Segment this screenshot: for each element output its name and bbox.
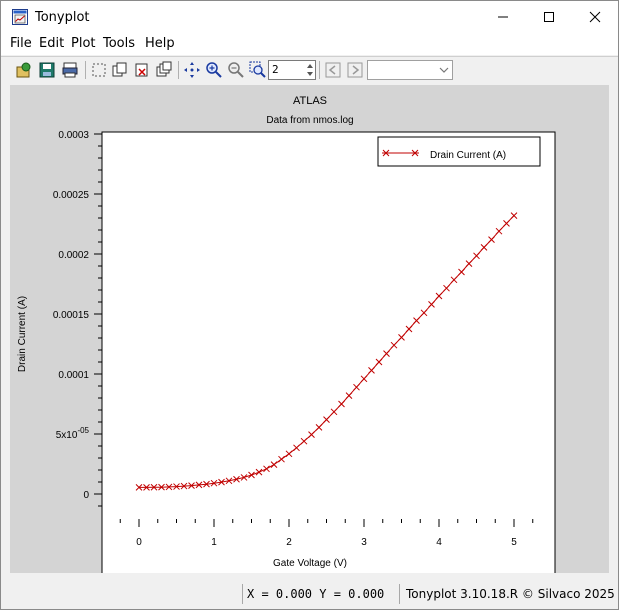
minimize-button[interactable] [480,1,526,33]
maximize-button[interactable] [526,1,572,33]
x-tick-label: 2 [286,537,292,548]
toolbar-divider [85,61,86,79]
chart-title: ATLAS [293,95,327,107]
menu-help[interactable]: Help [145,36,175,51]
menu-bar: File Edit Plot Tools Help [1,33,618,55]
y-tick-label: 0.0003 [58,130,89,141]
toolbar: 2 [1,57,618,83]
x-tick-label: 3 [361,537,367,548]
save-icon[interactable] [38,61,56,79]
close-icon [589,11,601,23]
zoom-out-icon[interactable] [227,61,245,79]
maximize-icon [544,12,554,22]
title-bar: Tonyplot [1,1,618,33]
x-axis-label: Gate Voltage (V) [273,558,347,569]
chart[interactable]: ATLAS Data from nmos.log 0 1 2 3 4 5 0 5x10-05 0… [10,85,609,576]
menu-edit[interactable]: Edit [39,36,64,51]
toolbar-divider [319,61,320,79]
tonyplot-app-icon [12,9,28,25]
x-tick-label: 5 [511,537,517,548]
y-tick-label: 5x10-05 [56,426,90,441]
zoom-level-spinbox[interactable]: 2 [268,60,316,80]
menu-file[interactable]: File [10,36,32,51]
chart-subtitle: Data from nmos.log [266,115,353,126]
chevron-down-icon [439,67,449,73]
menu-plot[interactable]: Plot [71,36,96,51]
menu-tools[interactable]: Tools [103,36,135,51]
duplicate-icon[interactable] [155,61,173,79]
legend: Drain Current (A) [377,136,541,167]
x-tick-label: 0 [136,537,142,548]
minimize-icon [498,16,508,18]
coordinate-readout: X = 0.000 Y = 0.000 [242,584,397,604]
spin-arrows-icon[interactable] [305,61,315,79]
tonyplot-window: Tonyplot File Edit Plot Tools Help 2 ATL… [0,0,619,610]
y-axis-label: Drain Current (A) [17,296,28,372]
y-tick-label: 0.00025 [53,190,90,201]
window-title: Tonyplot [35,10,90,25]
y-tick-label: 0.0001 [58,370,89,381]
toolbar-divider [178,61,179,79]
print-icon[interactable] [61,61,79,79]
pan-icon[interactable] [183,61,201,79]
copy-icon[interactable] [111,61,129,79]
plot-select-combo[interactable] [367,60,453,80]
x-tick-label: 1 [211,537,217,548]
next-icon[interactable] [346,61,364,79]
load-icon[interactable] [15,61,33,79]
y-tick-label: 0.00015 [53,310,90,321]
status-bar: X = 0.000 Y = 0.000 Tonyplot 3.10.18.R ©… [1,579,618,609]
x-tick-label: 4 [436,537,442,548]
zoom-in-icon[interactable] [205,61,223,79]
legend-label: Drain Current (A) [430,150,506,161]
previous-icon[interactable] [324,61,342,79]
version-label: Tonyplot 3.10.18.R © Silvaco 2025 [399,584,618,604]
y-tick-label: 0 [83,490,89,501]
zoom-level-value: 2 [272,63,279,76]
zoom-box-icon[interactable] [249,61,267,79]
close-button[interactable] [572,1,618,33]
plot-panel: ATLAS Data from nmos.log 0 1 2 3 4 5 0 5x10-05 0… [10,85,609,576]
y-tick-label: 0.0002 [58,250,89,261]
plot-area [101,131,556,576]
select-icon[interactable] [90,61,108,79]
delete-icon[interactable] [133,61,151,79]
